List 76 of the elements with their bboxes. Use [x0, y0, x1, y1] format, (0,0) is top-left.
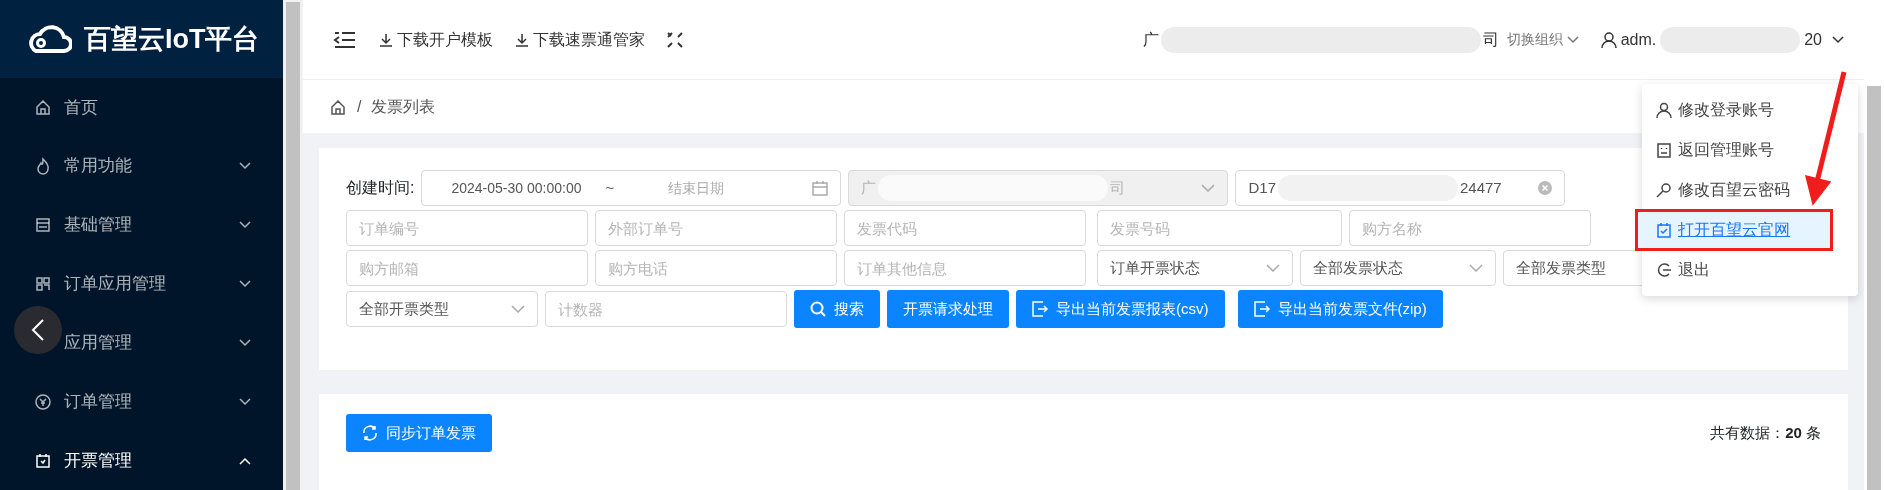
- menu-fold-icon: [333, 29, 357, 50]
- input-field[interactable]: 订单其他信息: [844, 250, 1086, 286]
- sidebar-item[interactable]: 订单应用管理: [0, 254, 283, 314]
- clear-icon: [1538, 181, 1553, 195]
- yen-icon: [34, 392, 52, 411]
- switch-org-link[interactable]: 切换组织: [1506, 29, 1579, 50]
- input-field[interactable]: 购方名称: [1349, 210, 1591, 246]
- download-icon: [515, 32, 529, 47]
- export-icon: [1032, 301, 1048, 317]
- download-icon: [379, 32, 393, 47]
- download-link[interactable]: 下载开户模板: [379, 27, 493, 52]
- refresh-icon: [362, 425, 378, 441]
- user-icon: [1656, 101, 1672, 119]
- sidebar-item[interactable]: 首页: [0, 77, 283, 137]
- sidebar-item[interactable]: 订单管理: [0, 372, 283, 432]
- download-link[interactable]: 下载速票通管家: [515, 27, 645, 52]
- caret-down-icon: [1832, 35, 1844, 44]
- breadcrumb-item: 发票列表: [371, 96, 436, 117]
- action-button[interactable]: 导出当前发票文件(zip): [1237, 290, 1443, 328]
- org-name: 广: [1142, 29, 1159, 50]
- logout-icon: [1656, 261, 1672, 279]
- date-range-field[interactable]: 2024-05-30 00:00:00 ~ 结束日期: [421, 170, 842, 206]
- sync-button[interactable]: 同步订单发票: [346, 414, 492, 452]
- caret-down-icon: [1566, 35, 1579, 44]
- action-button[interactable]: 搜索: [794, 290, 880, 328]
- caret-down-icon: [511, 305, 525, 313]
- menu-item[interactable]: 打开百望云官网: [1636, 210, 1832, 250]
- export-icon: [1253, 301, 1270, 317]
- caret-down-icon: [1201, 184, 1216, 192]
- panel-icon: [34, 216, 52, 235]
- caret-down-icon: [1469, 264, 1483, 272]
- menu-item[interactable]: 修改登录账号: [1642, 90, 1858, 130]
- home-icon: [329, 97, 347, 116]
- calendar-icon: [34, 451, 52, 470]
- calendar-icon: [812, 180, 829, 196]
- cloud-logo-icon: [26, 23, 72, 54]
- input-field[interactable]: 计数器: [545, 291, 787, 327]
- action-button[interactable]: 开票请求处理: [887, 290, 1009, 328]
- menu-item[interactable]: 返回管理账号: [1642, 130, 1858, 170]
- input-field[interactable]: 外部订单号: [595, 210, 837, 246]
- logo-text: 百望云IoT平台: [84, 22, 260, 56]
- scrollbar[interactable]: [283, 0, 303, 490]
- user-name[interactable]: 20: [1804, 27, 1822, 52]
- portrait-icon: [1656, 141, 1672, 159]
- record-count: 共有数据：20 条: [1710, 423, 1821, 443]
- select-field[interactable]: 订单开票状态: [1097, 250, 1293, 286]
- user-name[interactable]: adm.: [1620, 27, 1657, 52]
- sidebar-item[interactable]: 常用功能: [0, 136, 283, 196]
- calendar-check-icon: [1656, 221, 1672, 239]
- field-label: 创建时间:: [346, 178, 415, 198]
- input-field[interactable]: 购方邮箱: [346, 250, 588, 286]
- user-icon: [1600, 30, 1617, 49]
- chevron-left-icon: [31, 319, 45, 341]
- input-field[interactable]: 购方电话: [595, 250, 837, 286]
- caret-down-icon: [1266, 264, 1280, 272]
- flame-icon: [34, 157, 52, 176]
- input-field[interactable]: 发票号码: [1097, 210, 1342, 246]
- sidebar-item[interactable]: 应用管理: [0, 313, 283, 373]
- search-icon: [810, 301, 826, 317]
- menu-item[interactable]: 修改百望云密码: [1642, 170, 1858, 210]
- select-field[interactable]: 全部开票类型: [346, 291, 538, 327]
- home-icon: [34, 98, 52, 117]
- select-field[interactable]: 全部发票状态: [1300, 250, 1496, 286]
- fullscreen-icon: [667, 31, 683, 48]
- input-field[interactable]: 订单编号: [346, 210, 588, 246]
- collapse-button[interactable]: [14, 306, 62, 354]
- sidebar-item[interactable]: 开票管理: [0, 431, 283, 490]
- sidebar-item[interactable]: 基础管理: [0, 195, 283, 255]
- order-number-field[interactable]: D17 24477: [1235, 170, 1566, 206]
- org-name: 司: [1482, 29, 1499, 50]
- grid-icon: [34, 274, 52, 293]
- input-field[interactable]: 发票代码: [844, 210, 1086, 246]
- scrollbar[interactable]: [1864, 0, 1884, 490]
- breadcrumb-separator: /: [357, 96, 362, 117]
- key-icon: [1656, 181, 1672, 199]
- action-button[interactable]: 导出当前发票报表(csv): [1016, 290, 1225, 328]
